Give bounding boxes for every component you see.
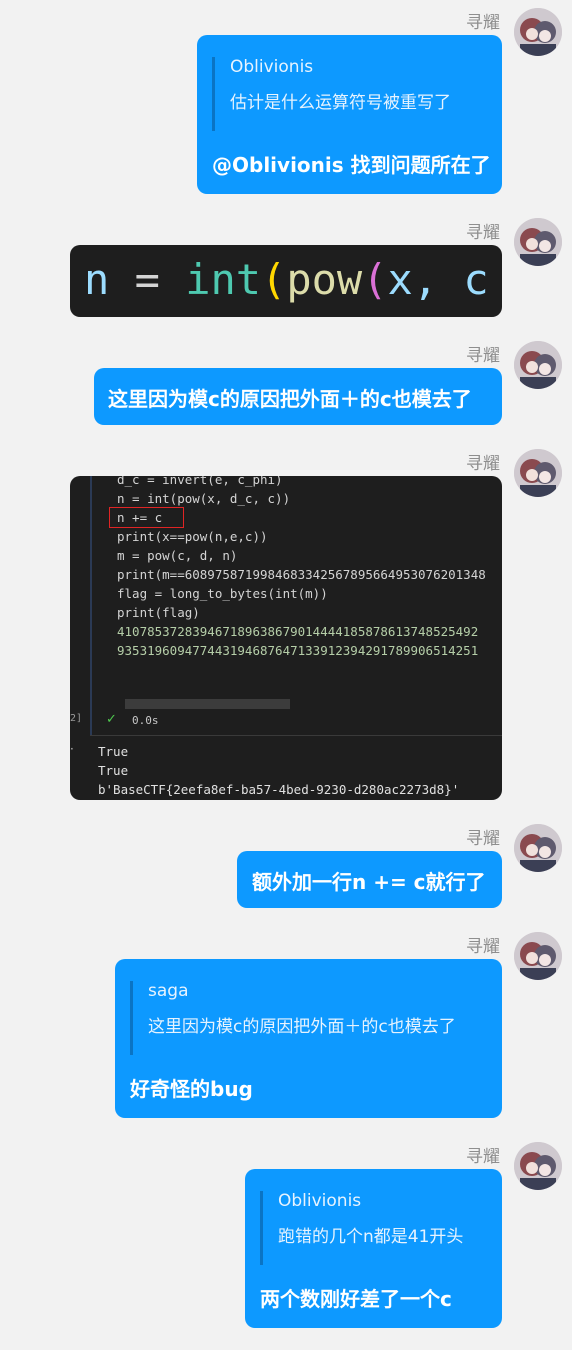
avatar[interactable]	[514, 449, 562, 497]
sender-name: 寻耀	[466, 829, 500, 849]
message-text: 好奇怪的bug	[130, 1077, 253, 1101]
code-line: n = int(pow(x, d_c, c))	[117, 491, 291, 506]
quote-author: Oblivionis	[278, 1191, 362, 1211]
avatar[interactable]	[514, 932, 562, 980]
message-text: 这里因为模c的原因把外面＋的c也模去了	[108, 387, 472, 411]
code-line: print(m==6089758719984683342567895664953…	[117, 567, 486, 582]
code-line: 9353196094774431946876471339123942917899…	[117, 643, 479, 658]
exec-time: 0.0s	[132, 714, 159, 727]
message-text: @Oblivionis 找到问题所在了	[212, 153, 491, 177]
output-progress-bar	[125, 699, 290, 709]
cell-output: True True b'BaseCTF{2eefa8ef-ba57-4bed-9…	[98, 742, 459, 799]
code-line: 4107853728394671896386790144441858786137…	[117, 624, 479, 639]
code-line-highlighted: n += c	[109, 507, 486, 528]
cell-label: 2]	[70, 713, 83, 724]
code-screenshot-image[interactable]: d_c = invert(e, c_phi) n = int(pow(x, d_…	[70, 476, 502, 800]
check-icon: ✓	[106, 712, 117, 727]
code-line: print(flag)	[117, 605, 200, 620]
quote-author: Oblivionis	[230, 57, 314, 77]
quote-text: 跑错的几个n都是41开头	[278, 1227, 464, 1247]
output-line: b'BaseCTF{2eefa8ef-ba57-4bed-9230-d280ac…	[98, 782, 460, 797]
highlight-box	[109, 507, 184, 528]
sender-name: 寻耀	[466, 346, 500, 366]
code-line: flag = long_to_bytes(int(m))	[117, 586, 328, 601]
sender-name: 寻耀	[466, 13, 500, 33]
avatar[interactable]	[514, 1142, 562, 1190]
sender-name: 寻耀	[466, 1147, 500, 1167]
quote-text: 这里因为模c的原因把外面＋的c也模去了	[148, 1017, 456, 1037]
output-line: True	[98, 763, 129, 778]
message-bubble[interactable]: Oblivionis 估计是什么运算符号被重写了 @Oblivionis 找到问…	[197, 35, 502, 194]
avatar[interactable]	[514, 341, 562, 389]
avatar[interactable]	[514, 824, 562, 872]
code-snippet-text: n = int(pow(x, c	[84, 255, 489, 304]
message-bubble[interactable]: 额外加一行n += c就行了	[237, 851, 502, 908]
message-bubble[interactable]: saga 这里因为模c的原因把外面＋的c也模去了 好奇怪的bug	[115, 959, 502, 1118]
code-lines: d_c = invert(e, c_phi) n = int(pow(x, d_…	[109, 476, 486, 660]
sender-name: 寻耀	[466, 937, 500, 957]
quote-text: 估计是什么运算符号被重写了	[230, 93, 451, 113]
message-bubble[interactable]: Oblivionis 跑错的几个n都是41开头 两个数刚好差了一个c	[245, 1169, 502, 1328]
code-line: m = pow(c, d, n)	[117, 548, 238, 563]
message-text: 额外加一行n += c就行了	[252, 870, 486, 894]
sender-name: 寻耀	[466, 223, 500, 243]
code-line: d_c = invert(e, c_phi)	[117, 476, 283, 487]
output-line: True	[98, 744, 129, 759]
quote-author: saga	[148, 981, 189, 1001]
avatar[interactable]	[514, 8, 562, 56]
quote-block: Oblivionis 估计是什么运算符号被重写了	[212, 57, 502, 131]
code-snippet-image[interactable]: n = int(pow(x, c	[70, 245, 502, 317]
sender-name: 寻耀	[466, 454, 500, 474]
quote-block: saga 这里因为模c的原因把外面＋的c也模去了	[130, 981, 502, 1055]
code-line: print(x==pow(n,e,c))	[117, 529, 268, 544]
quote-block: Oblivionis 跑错的几个n都是41开头	[260, 1191, 502, 1265]
message-text: 两个数刚好差了一个c	[260, 1287, 452, 1311]
output-bullet-icon: ·	[70, 742, 74, 756]
avatar[interactable]	[514, 218, 562, 266]
message-bubble[interactable]: 这里因为模c的原因把外面＋的c也模去了	[94, 368, 502, 425]
divider	[90, 735, 502, 736]
